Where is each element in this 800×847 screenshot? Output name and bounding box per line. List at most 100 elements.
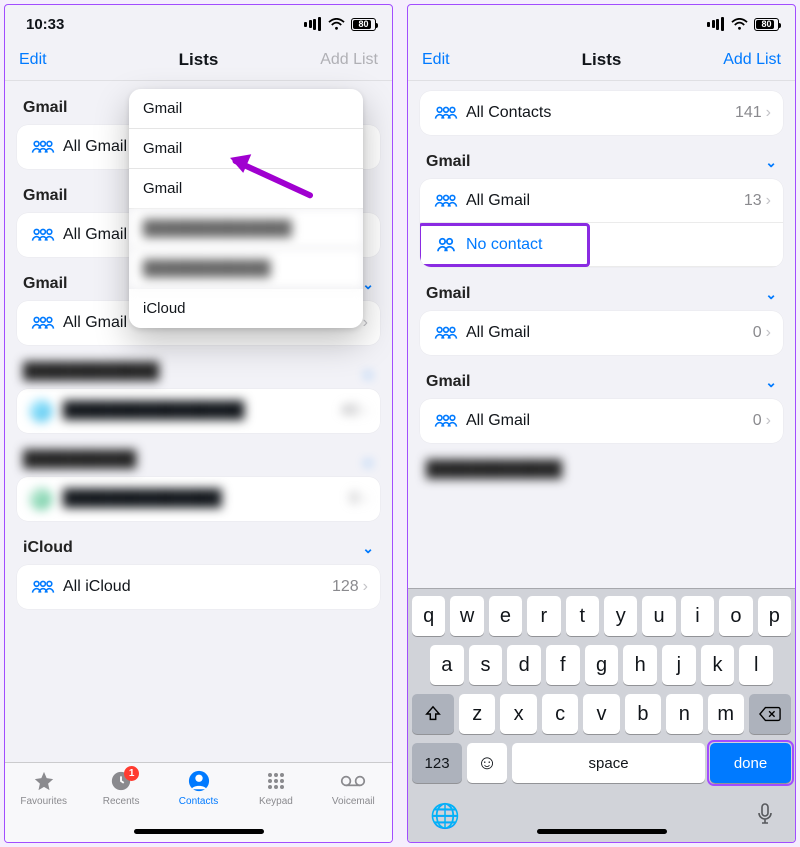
group-icon: [432, 105, 460, 121]
key-done[interactable]: done: [710, 743, 791, 783]
section-header-blurred-r[interactable]: ████████████: [420, 443, 783, 487]
key-z[interactable]: z: [459, 694, 495, 734]
list-row-all-icloud[interactable]: All iCloud 128 ›: [17, 565, 380, 609]
disclosure-icon: ›: [766, 412, 771, 430]
popover-item[interactable]: Gmail: [129, 89, 363, 129]
tab-voicemail[interactable]: Voicemail: [315, 769, 392, 842]
content-area: All Contacts 141 › Gmail ⌄ All Gmail 13 …: [408, 81, 795, 588]
list-row-all-gmail-r1[interactable]: All Gmail 13 ›: [420, 179, 783, 223]
key-n[interactable]: n: [666, 694, 702, 734]
key-c[interactable]: c: [542, 694, 578, 734]
key-i[interactable]: i: [681, 596, 714, 636]
section-header-gmail-r1[interactable]: Gmail ⌄: [420, 135, 783, 179]
key-v[interactable]: v: [583, 694, 619, 734]
key-h[interactable]: h: [623, 645, 657, 685]
key-r[interactable]: r: [527, 596, 560, 636]
phone-left: 10:33 80 Edit Lists Add List Gmail All: [4, 4, 393, 843]
key-f[interactable]: f: [546, 645, 580, 685]
home-indicator[interactable]: [537, 829, 667, 834]
popover-item[interactable]: iCloud: [129, 289, 363, 328]
list-row-all-gmail-r2[interactable]: All Gmail 0 ›: [420, 311, 783, 355]
key-w[interactable]: w: [450, 596, 483, 636]
key-emoji[interactable]: ☺: [467, 743, 507, 783]
chevron-down-icon: ⌄: [362, 364, 374, 381]
key-e[interactable]: e: [489, 596, 522, 636]
group-icon: [432, 413, 460, 429]
section-header-blurred-1[interactable]: ████████████ ⌄: [17, 345, 380, 389]
list-row-all-gmail-r3[interactable]: All Gmail 0 ›: [420, 399, 783, 443]
list-row-all-contacts[interactable]: All Contacts 141 ›: [420, 91, 783, 135]
list-row-blurred-2[interactable]: ██████████████ 0 ›: [17, 477, 380, 521]
key-t[interactable]: t: [566, 596, 599, 636]
mic-icon[interactable]: [757, 803, 773, 831]
wifi-icon: [731, 18, 748, 31]
list-name-input[interactable]: [466, 236, 771, 254]
group-icon: [29, 315, 57, 331]
key-m[interactable]: m: [708, 694, 744, 734]
key-backspace[interactable]: [749, 694, 791, 734]
key-b[interactable]: b: [625, 694, 661, 734]
group-icon: [29, 579, 57, 595]
section-title: ██████████: [23, 451, 136, 469]
shift-icon: [424, 705, 442, 723]
battery-icon: 80: [754, 18, 779, 31]
keyboard: q w e r t y u i o p a s d f g h j k l z: [408, 588, 795, 842]
cell-signal-icon: [304, 17, 322, 31]
key-s[interactable]: s: [469, 645, 503, 685]
wifi-icon: [328, 18, 345, 31]
section-title: Gmail: [23, 275, 67, 293]
page-title: Lists: [492, 50, 711, 70]
section-header-icloud[interactable]: iCloud ⌄: [17, 521, 380, 565]
key-g[interactable]: g: [585, 645, 619, 685]
section-header-gmail-r3[interactable]: Gmail ⌄: [420, 355, 783, 399]
tab-label: Voicemail: [332, 796, 375, 807]
row-label: All Gmail: [466, 324, 753, 342]
tab-favourites[interactable]: Favourites: [5, 769, 82, 842]
row-label: All Contacts: [466, 104, 735, 122]
disclosure-icon: ›: [363, 578, 368, 596]
row-count: 141: [735, 104, 762, 122]
page-title: Lists: [89, 50, 308, 70]
tab-bar: Favourites 1 Recents Contacts Keypad Voi…: [5, 762, 392, 842]
edit-button[interactable]: Edit: [19, 51, 89, 69]
add-list-button[interactable]: Add List: [308, 51, 378, 69]
key-q[interactable]: q: [412, 596, 445, 636]
group-icon: [432, 193, 460, 209]
key-x[interactable]: x: [500, 694, 536, 734]
person-icon: [188, 769, 210, 793]
key-o[interactable]: o: [719, 596, 752, 636]
chevron-down-icon: ⌄: [362, 276, 374, 293]
key-a[interactable]: a: [430, 645, 464, 685]
cell-signal-icon: [707, 17, 725, 31]
list-row-new-list-input[interactable]: [420, 223, 783, 267]
section-header-gmail-r2[interactable]: Gmail ⌄: [420, 267, 783, 311]
popover-item-blurred[interactable]: ████████████: [129, 249, 363, 289]
row-count: 0: [753, 412, 762, 430]
key-space[interactable]: space: [512, 743, 705, 783]
section-header-blurred-2[interactable]: ██████████ ⌄: [17, 433, 380, 477]
key-numbers[interactable]: 123: [412, 743, 462, 783]
tab-label: Contacts: [179, 796, 218, 807]
status-time: 10:33: [26, 16, 64, 33]
key-y[interactable]: y: [604, 596, 637, 636]
avatar-icon: [29, 488, 57, 510]
add-list-button[interactable]: Add List: [711, 51, 781, 69]
home-indicator[interactable]: [134, 829, 264, 834]
key-d[interactable]: d: [507, 645, 541, 685]
row-label: All Gmail: [466, 412, 753, 430]
globe-icon[interactable]: 🌐: [430, 802, 460, 831]
phone-right: 80 Edit Lists Add List All Contacts 141 …: [407, 4, 796, 843]
recents-badge: 1: [124, 766, 139, 781]
edit-button[interactable]: Edit: [422, 51, 492, 69]
popover-item-blurred[interactable]: ██████████████: [129, 209, 363, 249]
key-k[interactable]: k: [701, 645, 735, 685]
key-p[interactable]: p: [758, 596, 791, 636]
key-l[interactable]: l: [739, 645, 773, 685]
list-row-blurred-1[interactable]: ████████████████ 40 ›: [17, 389, 380, 433]
key-shift[interactable]: [412, 694, 454, 734]
section-title: Gmail: [426, 153, 470, 171]
section-title: Gmail: [426, 373, 470, 391]
key-j[interactable]: j: [662, 645, 696, 685]
clock-icon: 1: [110, 769, 132, 793]
key-u[interactable]: u: [642, 596, 675, 636]
